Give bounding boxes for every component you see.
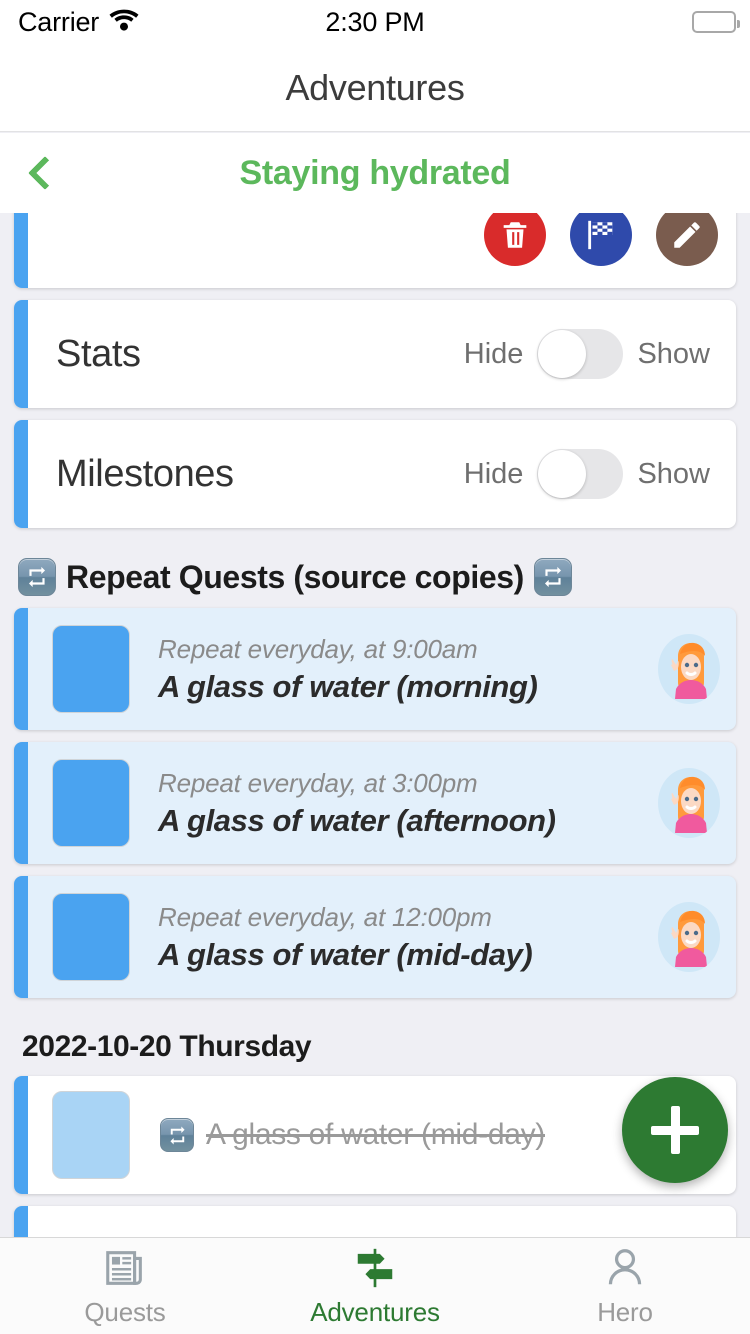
chevron-left-icon xyxy=(28,156,62,190)
stats-show-label: Show xyxy=(637,337,710,370)
tab-bar: Quests Adventures Hero xyxy=(0,1237,750,1334)
signpost-icon xyxy=(357,1248,393,1287)
repeat-quest-row[interactable]: Repeat everyday, at 9:00am A glass of wa… xyxy=(14,608,736,730)
quest-schedule: Repeat everyday, at 12:00pm xyxy=(158,901,492,932)
stats-row[interactable]: Stats Hide Show xyxy=(14,300,736,408)
repeat-icon xyxy=(533,558,572,596)
repeat-quest-row[interactable]: Repeat everyday, at 12:00pm A glass of w… xyxy=(14,876,736,998)
page-title: Adventures xyxy=(285,66,465,108)
repeat-quest-row[interactable]: Repeat everyday, at 3:00pm A glass of wa… xyxy=(14,742,736,864)
card-accent-stripe xyxy=(14,1076,28,1194)
quest-name: A glass of water (mid-day) xyxy=(206,1118,545,1151)
next-quest-row-partial[interactable] xyxy=(14,1206,736,1237)
repeat-icon xyxy=(18,558,56,596)
toggle-knob xyxy=(538,330,587,378)
status-bar-right xyxy=(692,11,740,33)
scroll-content[interactable]: Stats Hide Show Milestones Hide Show Rep… xyxy=(0,213,750,1237)
hero-avatar xyxy=(658,634,720,704)
status-bar: Carrier 2:30 PM xyxy=(0,0,750,44)
trash-icon xyxy=(503,222,527,248)
back-button[interactable] xyxy=(10,133,80,213)
card-accent-stripe xyxy=(14,876,28,998)
delete-button[interactable] xyxy=(484,213,546,266)
tab-label-quests: Quests xyxy=(84,1296,166,1327)
card-accent-stripe xyxy=(14,742,28,864)
hero-avatar xyxy=(658,768,720,838)
quest-schedule: Repeat everyday, at 9:00am xyxy=(158,633,478,664)
checkered-flag-icon xyxy=(588,220,613,250)
card-accent-stripe xyxy=(14,420,28,528)
action-buttons xyxy=(484,213,718,280)
tab-adventures[interactable]: Adventures xyxy=(250,1245,500,1328)
stats-label: Stats xyxy=(56,332,141,375)
card-accent-stripe xyxy=(14,213,28,288)
person-icon xyxy=(608,1248,642,1284)
date-header: 2022-10-20 Thursday xyxy=(22,1030,312,1063)
card-accent-stripe xyxy=(14,1206,28,1237)
clock-label: 2:30 PM xyxy=(325,6,425,37)
battery-full-icon xyxy=(692,11,740,33)
quest-name: A glass of water (mid-day) xyxy=(158,936,533,972)
quest-thumbnail xyxy=(52,1091,130,1179)
stats-toggle[interactable] xyxy=(537,329,624,379)
app-screen: Carrier 2:30 PM Adventures Staying hydra… xyxy=(0,0,750,1334)
milestones-toggle[interactable] xyxy=(537,449,624,499)
tab-quests[interactable]: Quests xyxy=(0,1245,250,1328)
adventure-actions-card xyxy=(14,213,736,288)
pencil-icon xyxy=(674,222,700,248)
quest-thumbnail xyxy=(52,893,130,981)
tab-label-adventures: Adventures xyxy=(310,1296,440,1327)
card-accent-stripe xyxy=(14,608,28,730)
repeat-icon xyxy=(160,1118,194,1152)
quest-name: A glass of water (morning) xyxy=(158,668,538,704)
tab-hero[interactable]: Hero xyxy=(500,1245,750,1328)
add-quest-fab[interactable] xyxy=(622,1077,728,1183)
repeat-quests-title: Repeat Quests (source copies) xyxy=(66,558,524,595)
quest-schedule: Repeat everyday, at 3:00pm xyxy=(158,767,478,798)
milestones-hide-label: Hide xyxy=(463,457,524,490)
hero-avatar xyxy=(658,902,720,972)
quest-thumbnail xyxy=(52,759,130,847)
card-accent-stripe xyxy=(14,300,28,408)
adventure-title: Staying hydrated xyxy=(239,153,511,192)
repeat-quests-header: Repeat Quests (source copies) xyxy=(0,540,750,608)
milestones-row[interactable]: Milestones Hide Show xyxy=(14,420,736,528)
stats-hide-label: Hide xyxy=(463,337,524,370)
edit-button[interactable] xyxy=(656,213,718,266)
nav-bar: Adventures xyxy=(0,44,750,132)
quest-thumbnail xyxy=(52,625,130,713)
tab-label-hero: Hero xyxy=(597,1296,653,1327)
quest-name: A glass of water (afternoon) xyxy=(158,802,556,838)
milestones-show-label: Show xyxy=(637,457,710,490)
newspaper-icon xyxy=(106,1250,142,1285)
milestones-label: Milestones xyxy=(56,452,234,495)
toggle-knob xyxy=(538,450,587,498)
complete-button[interactable] xyxy=(570,213,632,266)
sub-header: Staying hydrated xyxy=(0,133,750,213)
